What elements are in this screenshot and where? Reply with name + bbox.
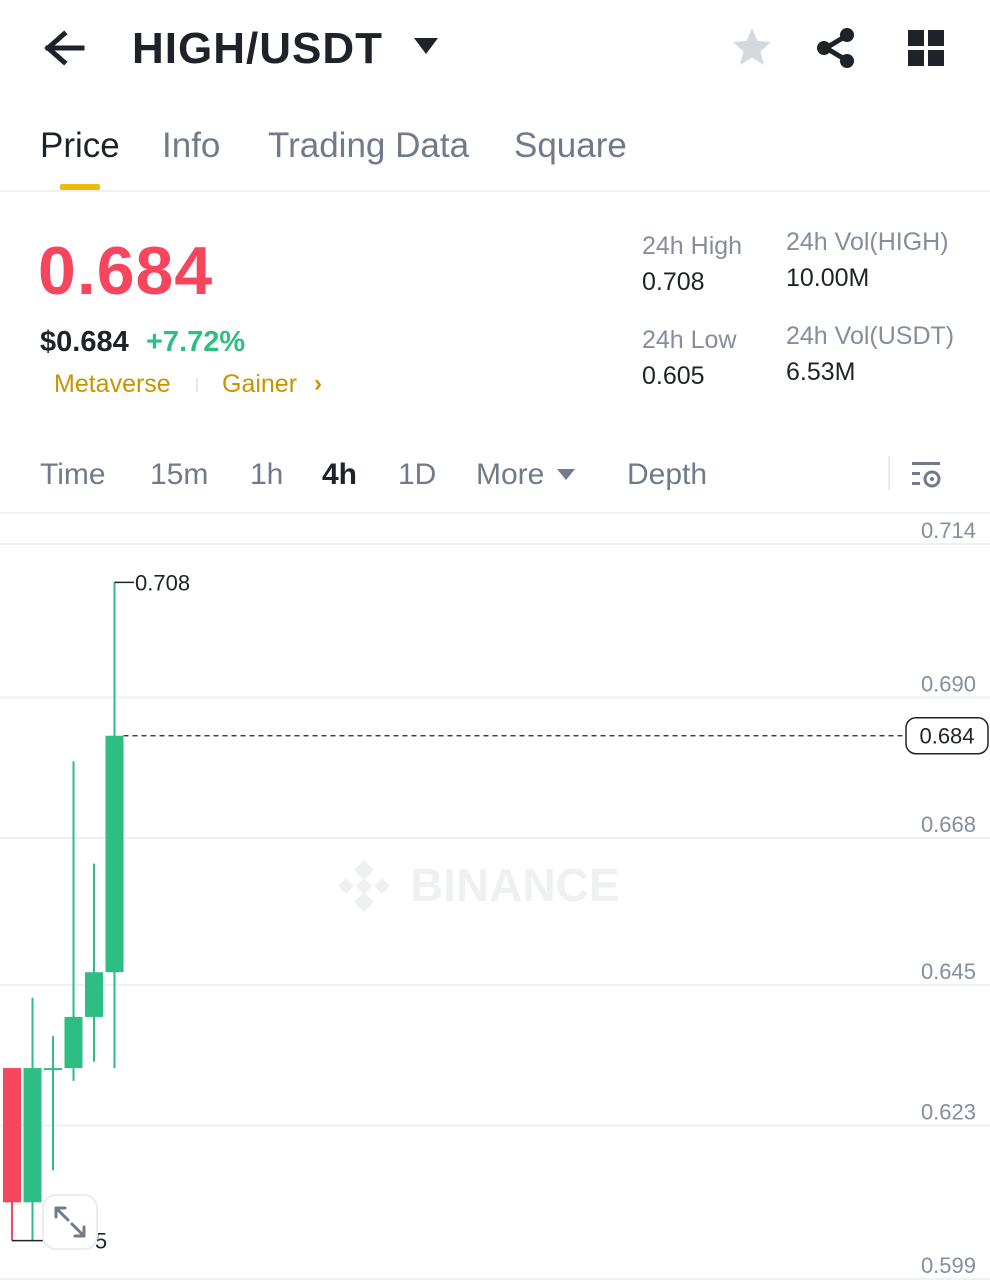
grid-menu-icon[interactable] xyxy=(902,24,950,72)
stat-24h-low-label: 24h Low xyxy=(642,326,737,354)
top-bar: HIGH/USDT xyxy=(0,0,990,100)
y-tick-label: 0.645 xyxy=(921,959,976,984)
more-dropdown-icon[interactable] xyxy=(556,468,576,482)
interval-more[interactable]: More xyxy=(476,458,544,492)
section-tabs: Price Info Trading Data Square xyxy=(0,118,990,192)
binance-watermark: BINANCE xyxy=(334,856,664,916)
interval-divider xyxy=(888,456,890,490)
candle-body xyxy=(85,972,103,1017)
stat-24h-low-value: 0.605 xyxy=(642,362,705,390)
tag-divider xyxy=(196,378,198,392)
stat-24h-high-label: 24h High xyxy=(642,232,743,260)
pair-dropdown-icon[interactable] xyxy=(412,36,440,58)
tab-trading-data[interactable]: Trading Data xyxy=(268,126,469,166)
expand-icon xyxy=(54,1206,86,1238)
interval-1h[interactable]: 1h xyxy=(250,458,283,492)
last-price: 0.684 xyxy=(38,233,214,309)
usd-price: $0.684 xyxy=(40,326,129,358)
stat-24h-vol-quote-value: 6.53M xyxy=(786,358,856,386)
tab-square[interactable]: Square xyxy=(514,126,627,166)
high-marker-label: 0.708 xyxy=(135,570,190,595)
interval-bar: Time 15m 1h 4h 1D More Depth xyxy=(0,440,990,514)
interval-1d[interactable]: 1D xyxy=(398,458,436,492)
candle-body xyxy=(44,1068,62,1071)
interval-time[interactable]: Time xyxy=(40,458,106,492)
current-price-label: 0.684 xyxy=(919,724,974,749)
watermark-text: BINANCE xyxy=(410,859,620,911)
candle-body xyxy=(64,1016,83,1069)
favorite-star-icon[interactable] xyxy=(728,24,776,72)
expand-chart-button[interactable] xyxy=(42,1194,98,1250)
y-tick-label: 0.668 xyxy=(921,812,976,837)
chart-settings-icon[interactable] xyxy=(908,454,948,494)
active-tab-indicator xyxy=(60,184,100,190)
stat-24h-vol-base-label: 24h Vol(HIGH) xyxy=(786,228,949,256)
stat-24h-high-value: 0.708 xyxy=(642,268,705,296)
interval-depth[interactable]: Depth xyxy=(627,458,707,492)
price-change-percent: +7.72% xyxy=(146,326,246,358)
candle-body xyxy=(3,1068,21,1203)
tag-gainer[interactable]: Gainer xyxy=(222,370,297,399)
back-arrow-icon[interactable] xyxy=(40,26,88,70)
y-tick-label: 0.599 xyxy=(921,1253,976,1278)
tab-price[interactable]: Price xyxy=(40,126,120,166)
chevron-right-icon[interactable]: › xyxy=(314,370,322,398)
candle-body xyxy=(23,1068,42,1203)
y-tick-label: 0.714 xyxy=(921,518,976,543)
trading-pair-title[interactable]: HIGH/USDT xyxy=(132,24,383,74)
tag-metaverse[interactable]: Metaverse xyxy=(54,370,171,399)
interval-4h[interactable]: 4h xyxy=(322,458,357,492)
y-tick-label: 0.623 xyxy=(921,1100,976,1125)
stat-24h-vol-quote-label: 24h Vol(USDT) xyxy=(786,322,955,350)
interval-15m[interactable]: 15m xyxy=(150,458,208,492)
tab-info[interactable]: Info xyxy=(162,126,220,166)
stat-24h-vol-base-value: 10.00M xyxy=(786,264,870,292)
y-tick-label: 0.690 xyxy=(921,671,976,696)
share-icon[interactable] xyxy=(812,24,860,72)
candle-body xyxy=(105,735,124,973)
